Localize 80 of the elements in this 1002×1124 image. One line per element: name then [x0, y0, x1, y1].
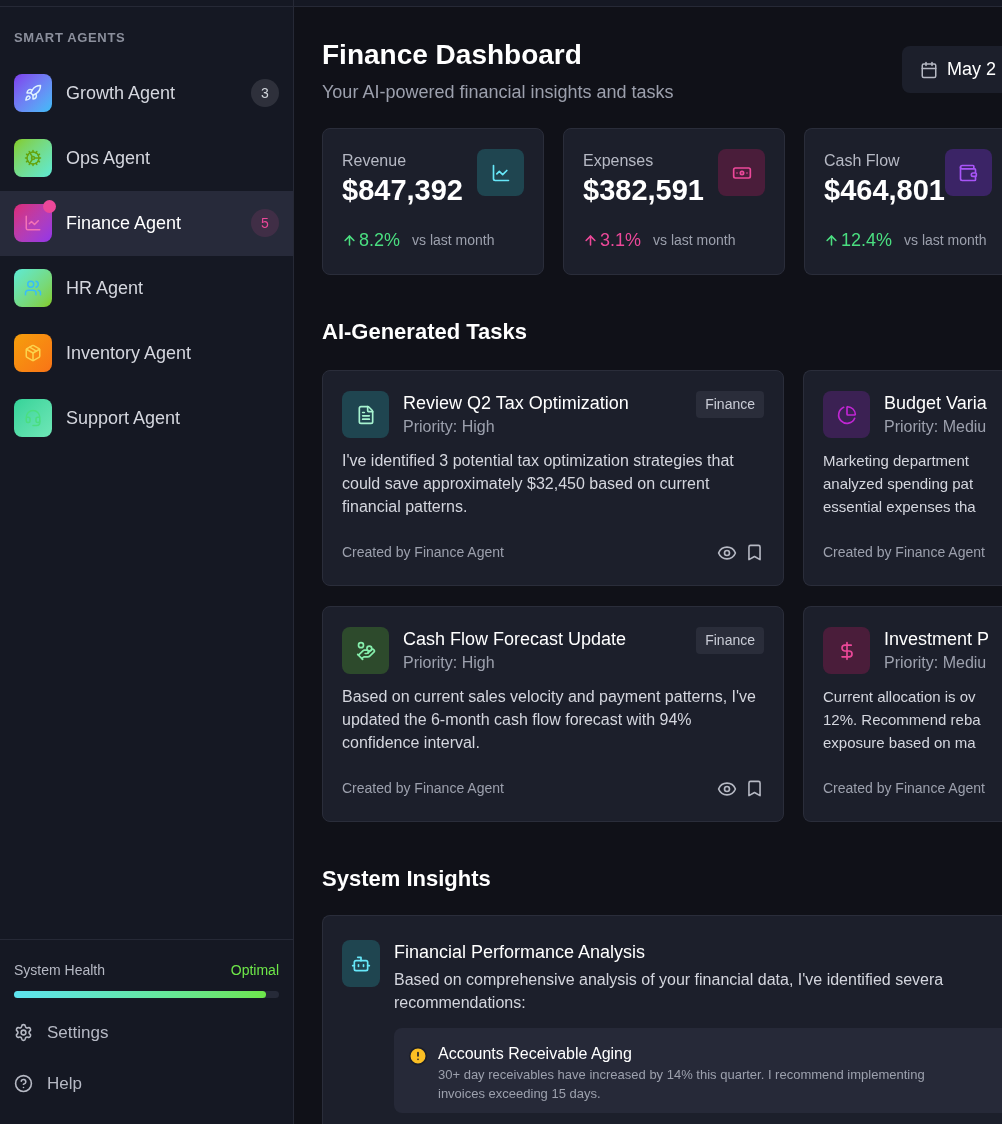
- footer-link[interactable]: Help: [14, 1070, 279, 1096]
- bookmark-icon[interactable]: [745, 543, 764, 562]
- agent-item[interactable]: Growth Agent 3: [0, 60, 293, 126]
- task-description: 12%. Recommend reba: [823, 710, 982, 730]
- settings-icon: [14, 1023, 33, 1043]
- task-description: Current allocation is ov: [823, 687, 977, 707]
- agent-item[interactable]: Support Agent: [0, 385, 293, 451]
- alert-text: 30+ day receivables have increased by 14% this quarter. I recommend implementing: [438, 1066, 925, 1084]
- section-heading: AI-Generated Tasks: [322, 318, 528, 346]
- alert-text: invoices exceeding 15 days.: [438, 1085, 602, 1103]
- page-title: Finance Dashboard: [322, 38, 583, 72]
- stat-note: vs last month: [412, 231, 495, 250]
- insight-text: recommendations:: [394, 993, 527, 1013]
- stat-note: vs last month: [904, 231, 987, 250]
- category-tag: Finance: [696, 627, 764, 654]
- calendar-icon: [920, 60, 938, 79]
- task-title: Review Q2 Tax Optimization: [403, 392, 630, 415]
- task-creator: Created by Finance Agent: [823, 779, 985, 798]
- section-title: SMART AGENTS: [13, 29, 127, 47]
- task-description: I've identified 3 potential tax optimization strategies that could save approximately $32,450 based on current financial patterns.: [342, 451, 735, 517]
- task-description: essential expenses tha: [823, 497, 977, 517]
- stat-change: 3.1%: [583, 227, 642, 254]
- footer-link[interactable]: Settings: [14, 1020, 279, 1046]
- stat-label: Revenue: [342, 151, 408, 171]
- stat-label: Cash Flow: [824, 151, 901, 171]
- agent-label: Ops Agent: [66, 146, 152, 170]
- agent-item[interactable]: Inventory Agent: [0, 320, 293, 386]
- task-creator: Created by Finance Agent: [823, 543, 985, 562]
- alert-title: Accounts Receivable Aging: [438, 1044, 633, 1064]
- category-tag: Finance: [696, 391, 764, 418]
- stat-note: vs last month: [653, 231, 736, 250]
- hand-coins-icon: [355, 640, 376, 661]
- headset-icon: [24, 409, 42, 427]
- stat-label: Expenses: [583, 151, 655, 171]
- count-badge: 3: [251, 79, 279, 107]
- stat-value: $847,392: [342, 173, 463, 207]
- task-description: analyzed spending pat: [823, 474, 975, 494]
- health-label: System Health: [14, 961, 106, 980]
- agent-item[interactable]: Ops Agent: [0, 125, 293, 191]
- agent-label: Support Agent: [66, 406, 182, 430]
- agent-label: HR Agent: [66, 276, 145, 300]
- rocket-icon: [24, 84, 42, 102]
- task-priority: Priority: High: [403, 653, 496, 673]
- pie-chart-icon: [836, 404, 857, 425]
- health-status: Optimal: [230, 961, 279, 980]
- count-badge: 5: [251, 209, 279, 237]
- task-creator: Created by Finance Agent: [342, 779, 504, 798]
- package-icon: [24, 344, 42, 362]
- insight-title: Financial Performance Analysis: [394, 941, 647, 964]
- stat-value: $464,801: [824, 173, 945, 207]
- agent-label: Growth Agent: [66, 81, 177, 105]
- agent-item[interactable]: HR Agent: [0, 255, 293, 321]
- agent-label: Inventory Agent: [66, 341, 193, 365]
- line-chart-icon: [24, 214, 42, 232]
- task-title: Cash Flow Forecast Update: [403, 628, 628, 651]
- gear-icon: [24, 149, 42, 167]
- line-chart-icon: [490, 162, 511, 183]
- task-description: Marketing department: [823, 451, 970, 471]
- people-icon: [24, 279, 42, 297]
- wallet-icon: [958, 162, 979, 183]
- page-subtitle: Your AI-powered financial insights and tasks: [322, 81, 674, 104]
- task-title: Budget Varia: [884, 392, 987, 415]
- stat-change: 8.2%: [342, 227, 401, 254]
- task-description: Based on current sales velocity and payment patterns, I've updated the 6-month cash flow forecast with 94% confidence interval.: [342, 687, 757, 753]
- stat-change: 12.4%: [824, 227, 893, 254]
- date-button[interactable]: May 2: [902, 46, 1002, 93]
- task-title: Investment P: [884, 628, 990, 651]
- warning-icon: [408, 1046, 428, 1066]
- agent-item[interactable]: Finance Agent 5: [0, 190, 293, 256]
- task-description: exposure based on ma: [823, 733, 977, 753]
- agent-label: Finance Agent: [66, 211, 183, 235]
- task-priority: Priority: Mediu: [884, 417, 987, 437]
- stat-value: $382,591: [583, 173, 704, 207]
- task-priority: Priority: High: [403, 417, 496, 437]
- help-icon: [14, 1073, 33, 1093]
- bookmark-icon[interactable]: [745, 779, 764, 798]
- task-creator: Created by Finance Agent: [342, 543, 504, 562]
- section-heading: System Insights: [322, 865, 492, 893]
- task-priority: Priority: Mediu: [884, 653, 988, 673]
- insight-text: Based on comprehensive analysis of your financial data, I've identified severa: [394, 970, 945, 990]
